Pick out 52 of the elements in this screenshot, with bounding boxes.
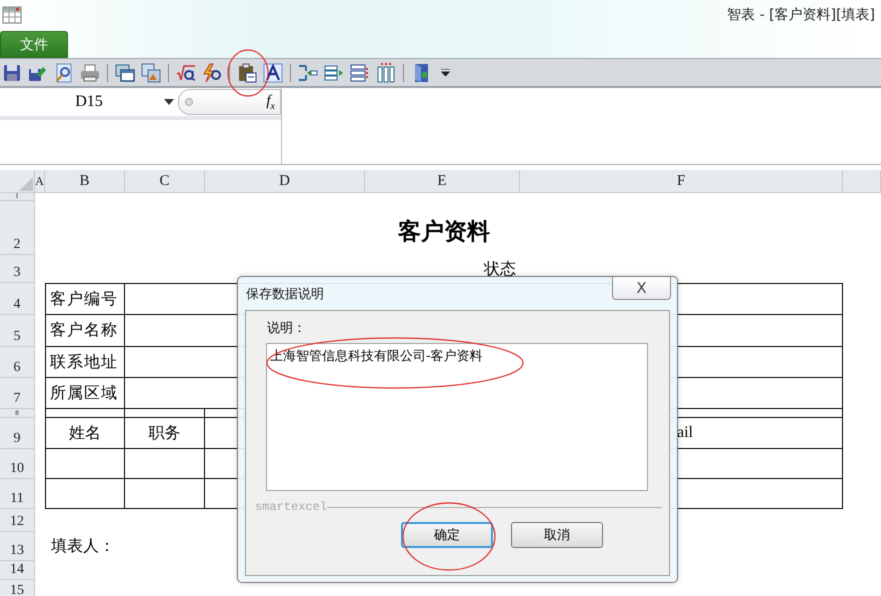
- align-left-icon[interactable]: [298, 62, 318, 82]
- field-label: 所属区域: [50, 384, 118, 404]
- row-header[interactable]: 7: [14, 392, 20, 406]
- font-icon[interactable]: [263, 62, 283, 82]
- column-header[interactable]: E: [437, 174, 447, 188]
- row-header[interactable]: 10: [10, 462, 24, 476]
- printer-icon[interactable]: [80, 62, 100, 82]
- row-header[interactable]: 9: [14, 432, 20, 446]
- description-field[interactable]: 上海智管信息科技有限公司-客户资料: [266, 343, 648, 491]
- status-label: 状态: [484, 260, 516, 280]
- row-header[interactable]: 4: [14, 298, 20, 312]
- align-right-icon[interactable]: [324, 62, 344, 82]
- column-header[interactable]: D: [279, 174, 290, 188]
- clipboard-icon[interactable]: [237, 62, 257, 82]
- filler-label: 填表人：: [51, 536, 115, 557]
- row-header[interactable]: 13: [10, 544, 24, 558]
- row-header[interactable]: 6: [14, 361, 20, 375]
- window-title: 智表 - [客户资料][填表]: [727, 6, 875, 24]
- dropdown-icon[interactable]: [441, 69, 450, 76]
- save-icon[interactable]: [2, 62, 22, 82]
- rows-icon[interactable]: [350, 62, 370, 82]
- preview-icon[interactable]: [54, 62, 74, 82]
- row-header[interactable]: 3: [14, 266, 20, 280]
- row-header[interactable]: 11: [10, 492, 24, 506]
- column-header[interactable]: B: [79, 174, 90, 188]
- column-label: 职务: [148, 424, 180, 444]
- group-label: smartexcel: [255, 500, 328, 514]
- app-icon: [2, 5, 22, 25]
- column-header[interactable]: C: [159, 174, 170, 188]
- column-header[interactable]: F: [676, 174, 686, 188]
- sheet-title: 客户资料: [398, 218, 490, 246]
- row-header[interactable]: 2: [14, 238, 20, 252]
- caret-icon[interactable]: [164, 99, 174, 105]
- field-label: 说明：: [267, 320, 307, 337]
- column-label: 姓名: [69, 424, 101, 444]
- image-icon[interactable]: [141, 62, 161, 82]
- sqrt-alpha-icon[interactable]: [176, 62, 196, 82]
- field-label: 客户名称: [50, 320, 118, 341]
- field-label: 客户编号: [50, 290, 118, 310]
- lightning-alpha-icon[interactable]: [202, 62, 222, 82]
- column-label: ail: [677, 424, 693, 442]
- row-header[interactable]: 5: [14, 330, 20, 344]
- field-label: 联系地址: [50, 352, 118, 372]
- close-button[interactable]: X: [612, 277, 671, 300]
- file-tab[interactable]: 文件: [0, 31, 68, 58]
- columns-icon[interactable]: [376, 62, 396, 82]
- dialog-title: 保存数据说明: [246, 286, 324, 302]
- windows-icon[interactable]: [115, 62, 135, 82]
- ok-button[interactable]: 确定: [401, 522, 493, 548]
- cancel-button[interactable]: 取消: [511, 522, 603, 548]
- fx-label[interactable]: f$_{x}$: [266, 92, 275, 112]
- grip-icon[interactable]: [185, 98, 193, 106]
